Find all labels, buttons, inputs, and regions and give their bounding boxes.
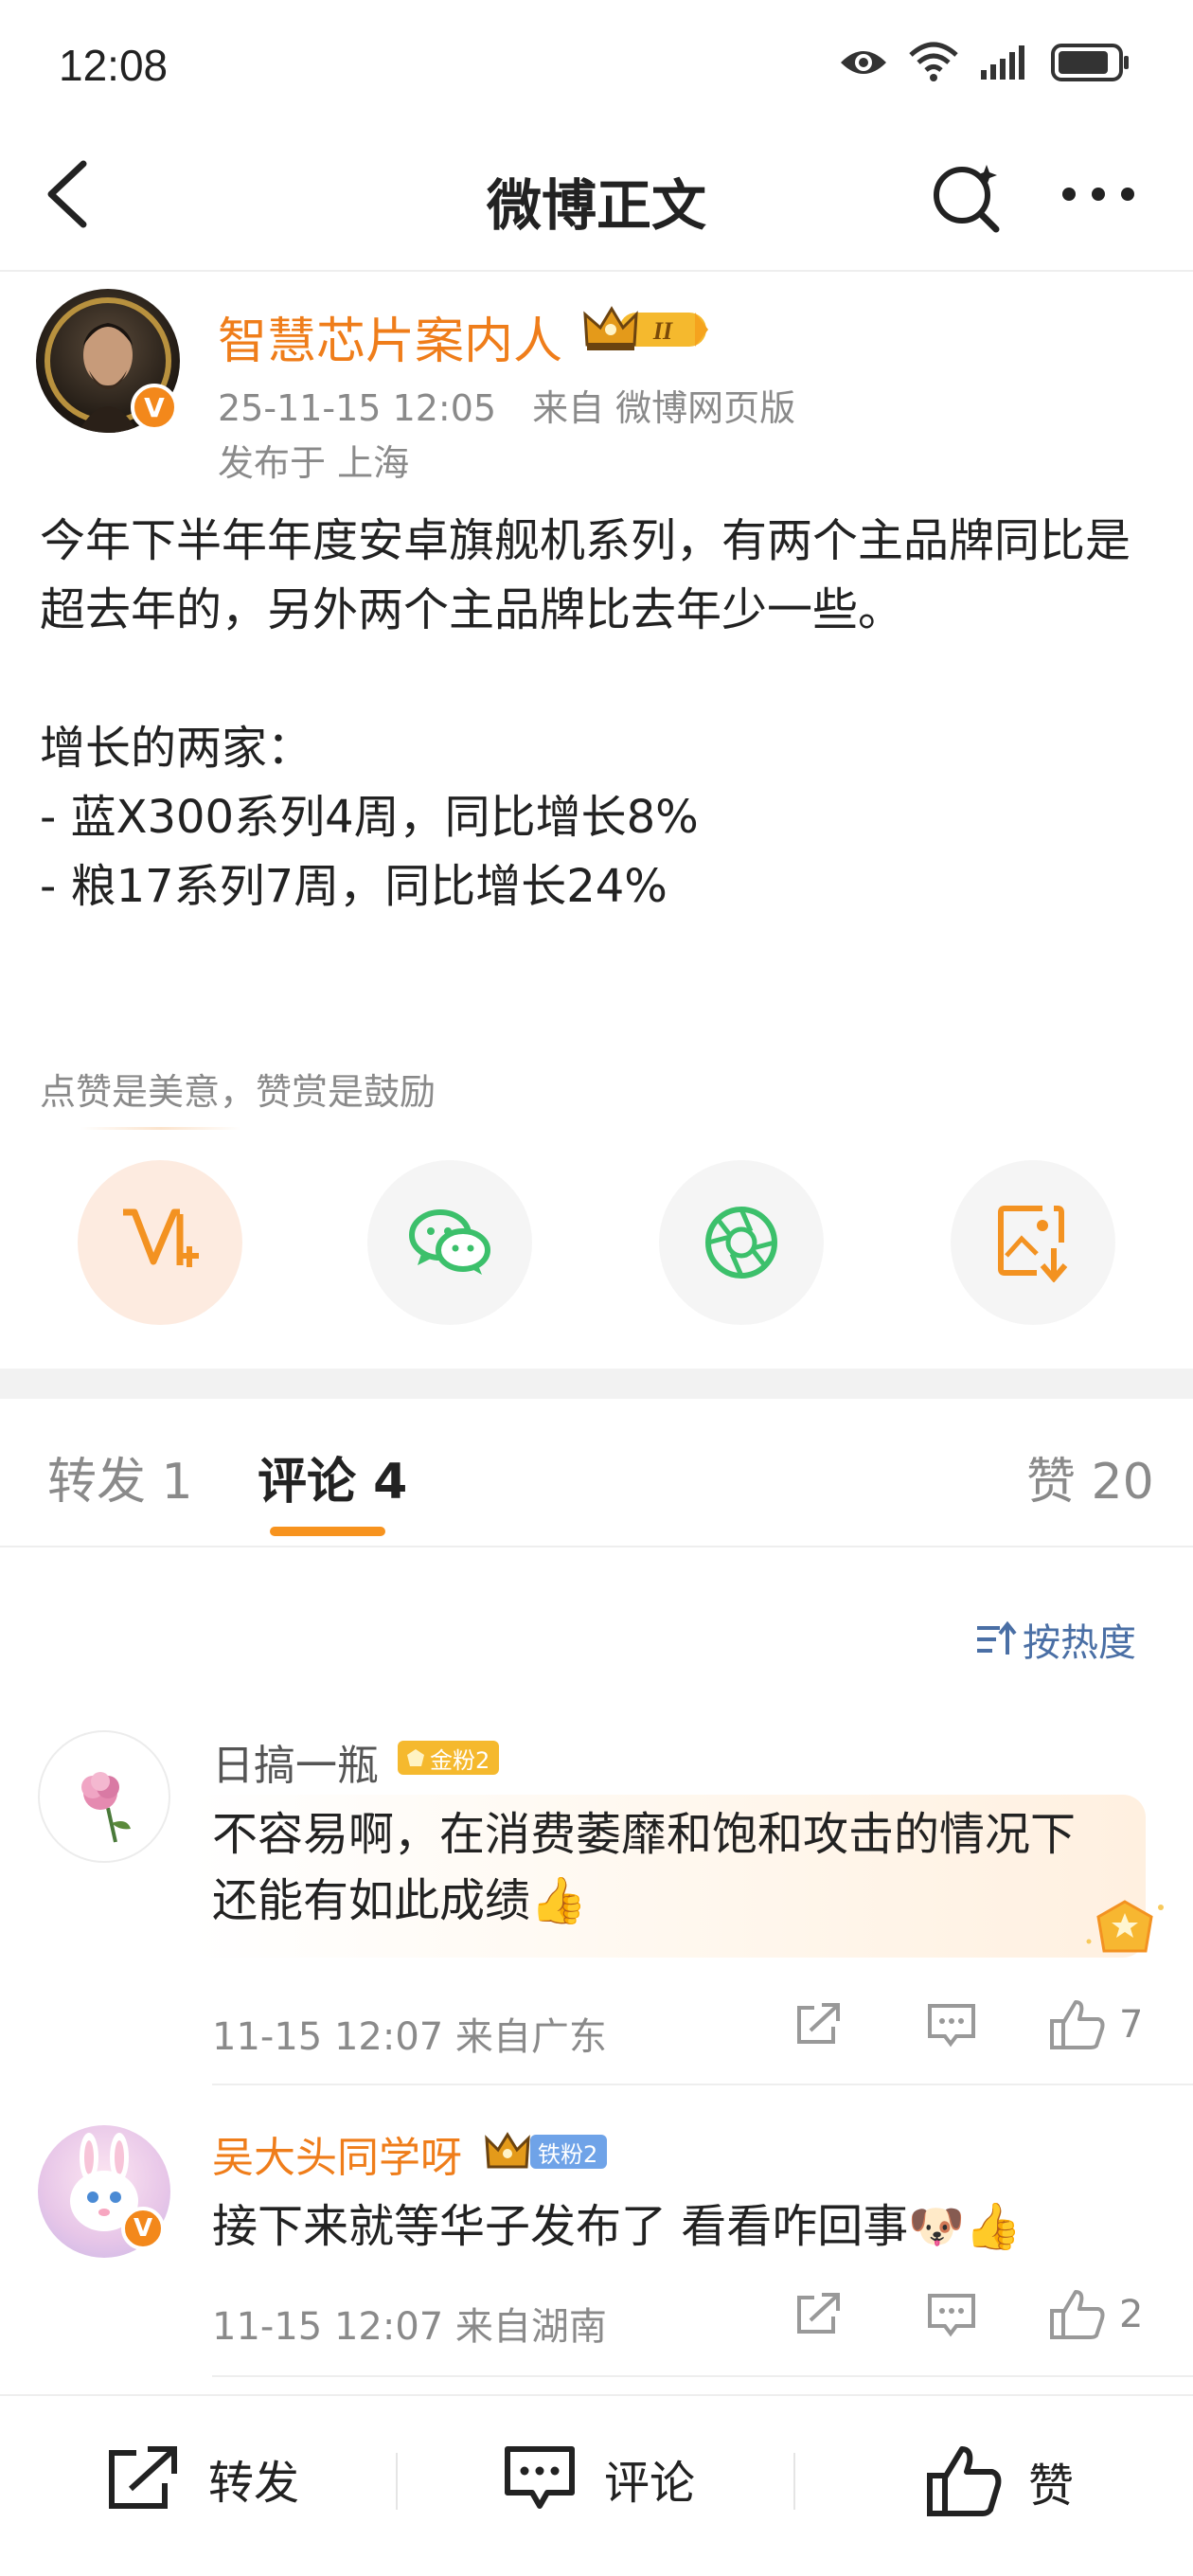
level-text: II xyxy=(652,317,673,345)
comment-divider xyxy=(212,2375,1193,2377)
reward-hint-underline xyxy=(80,1127,241,1130)
moments-icon xyxy=(705,1207,777,1279)
bottom-divider xyxy=(793,2453,795,2510)
comment-icon xyxy=(928,2004,975,2048)
tab-comment[interactable]: 评论 4 xyxy=(258,1441,407,1512)
verified-badge: V xyxy=(121,2207,165,2250)
comment-icon xyxy=(928,2294,975,2337)
save-image-button[interactable] xyxy=(951,1160,1115,1325)
sort-button[interactable]: 按热度 xyxy=(975,1612,1136,1667)
comment-share-button[interactable] xyxy=(793,2290,845,2337)
wechat-icon xyxy=(409,1209,490,1275)
like-count: 2 xyxy=(1119,2293,1144,2336)
gold-fan-icon xyxy=(407,1749,424,1766)
comment-meta: 11-15 12:07 来自湖南 xyxy=(212,2305,607,2349)
more-button[interactable] xyxy=(1056,166,1141,223)
comment-like-button[interactable]: 7 xyxy=(1049,1998,1143,2051)
comment-avatar[interactable] xyxy=(38,1730,170,1863)
search-button[interactable] xyxy=(928,159,1004,235)
page-title: 微博正文 xyxy=(486,173,706,238)
reward-button[interactable] xyxy=(78,1160,242,1325)
hot-comment-badge-icon xyxy=(1086,1900,1164,1953)
share-icon xyxy=(797,2003,840,2044)
bottom-repost-button[interactable]: 转发 xyxy=(104,2443,299,2513)
status-time: 12:08 xyxy=(59,41,169,90)
bottom-like-label: 赞 xyxy=(1028,2460,1075,2513)
crown-icon: II xyxy=(583,306,708,350)
crown-icon xyxy=(485,2132,530,2169)
tab-repost[interactable]: 转发 1 xyxy=(47,1441,193,1512)
verified-badge: V xyxy=(131,384,178,431)
share-icon xyxy=(109,2446,177,2509)
share-icon xyxy=(797,2293,840,2334)
active-tab-indicator xyxy=(270,1527,385,1536)
post-body: 今年下半年年度安卓旗舰机系列，有两个主品牌同比是超去年的，另外两个主品牌比去年少… xyxy=(40,514,1131,913)
sort-label: 按热度 xyxy=(1023,1621,1136,1665)
like-icon xyxy=(927,2446,1002,2516)
fan-badge: 金粉2 xyxy=(398,1741,500,1775)
comment-meta: 11-15 12:07 来自广东 xyxy=(212,2015,607,2059)
search-icon xyxy=(934,165,1000,233)
bottom-like-button[interactable]: 赞 xyxy=(926,2443,1074,2519)
save-image-icon xyxy=(998,1206,1068,1282)
comment-reply-button[interactable] xyxy=(926,2002,977,2049)
tab-divider xyxy=(0,1546,1193,1547)
comment-text: 不容易啊，在消费萎靡和饱和攻击的情况下还能有如此成绩👍 xyxy=(212,1808,1077,1927)
comment-like-button[interactable]: 2 xyxy=(1049,2288,1143,2341)
comment-author[interactable]: 吴大头同学呀 xyxy=(212,2123,462,2184)
member-level-badge[interactable]: II xyxy=(581,301,710,356)
comment-reply-button[interactable] xyxy=(926,2292,977,2339)
comment-text: 接下来就等华子发布了 看看咋回事🐶👍 xyxy=(212,2200,1022,2253)
eye-icon xyxy=(841,51,886,74)
post-time-source: 25-11-15 12:05 来自 微博网页版 xyxy=(218,387,796,429)
comment-author[interactable]: 日搞一瓶 xyxy=(212,1731,379,1792)
like-icon xyxy=(1050,2290,1105,2339)
signal-icon xyxy=(981,45,1024,80)
header-divider xyxy=(0,270,1193,272)
like-icon xyxy=(1050,2000,1105,2049)
comment-share-button[interactable] xyxy=(793,2000,845,2048)
section-divider xyxy=(0,1368,1193,1399)
status-icons xyxy=(839,42,1131,83)
comment-divider xyxy=(212,2084,1193,2085)
more-icon xyxy=(1062,188,1134,201)
bottom-comment-label: 评论 xyxy=(604,2457,696,2510)
sort-icon xyxy=(977,1620,1017,1655)
bottom-repost-label: 转发 xyxy=(208,2457,300,2510)
author-name[interactable]: 智慧芯片案内人 xyxy=(218,301,562,372)
post-location: 发布于 上海 xyxy=(218,442,410,484)
comment-icon xyxy=(505,2446,575,2509)
reward-icon xyxy=(123,1208,199,1267)
wifi-icon xyxy=(909,42,958,81)
tab-like[interactable]: 赞 20 xyxy=(1026,1441,1154,1512)
bottom-divider xyxy=(396,2453,398,2510)
like-count: 7 xyxy=(1119,2003,1144,2047)
bottom-comment-button[interactable]: 评论 xyxy=(502,2443,695,2513)
share-wechat-button[interactable] xyxy=(367,1160,532,1325)
battery-icon xyxy=(1051,44,1129,81)
share-moments-button[interactable] xyxy=(659,1160,824,1325)
reward-hint: 点赞是美意，赞赏是鼓励 xyxy=(40,1071,436,1113)
fan-badge: 铁粉2 xyxy=(530,2135,608,2169)
